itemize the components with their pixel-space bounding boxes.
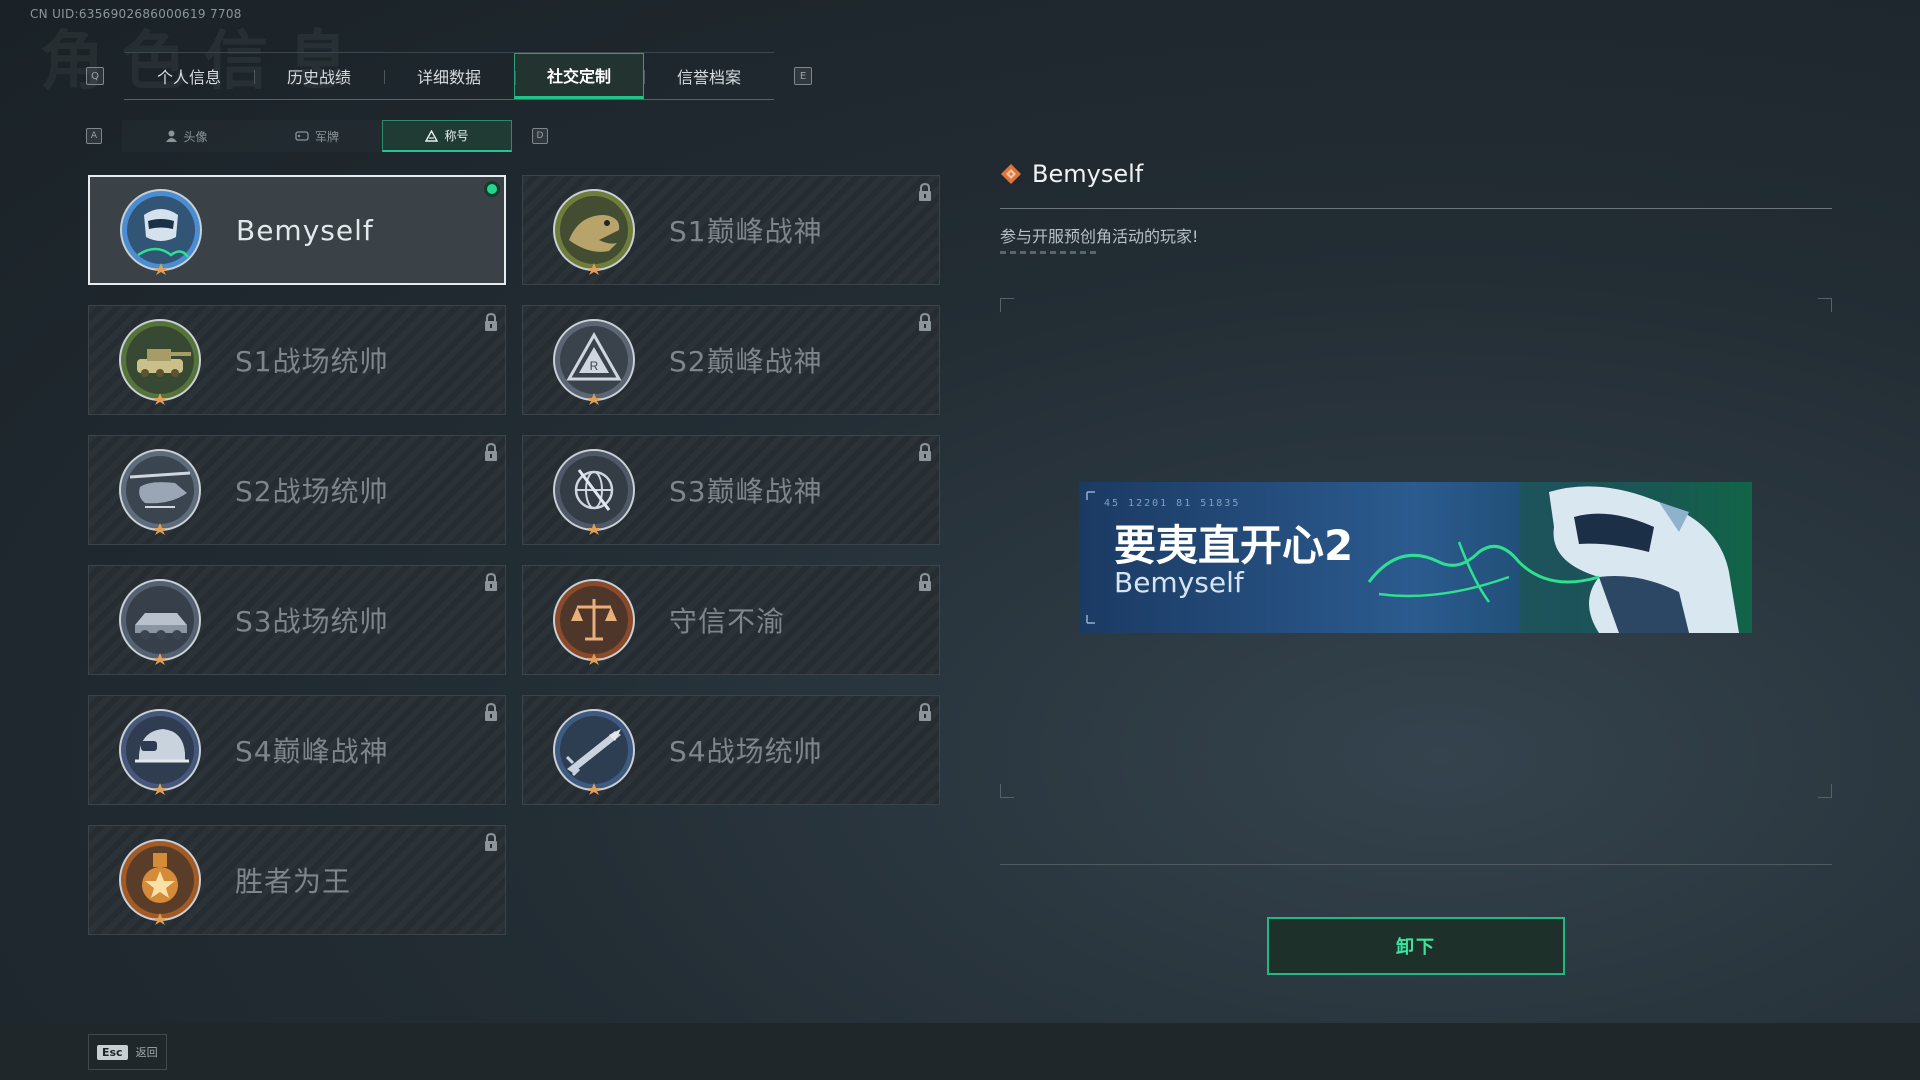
title-card[interactable]: S2战场统帅 — [88, 435, 506, 545]
frame-corner-tl — [1000, 298, 1014, 312]
subtab-avatar-label: 头像 — [183, 129, 208, 144]
triangle-medal-icon: R — [553, 319, 635, 405]
sub-tab-bar: A 头像 军牌 称号 D — [86, 120, 548, 152]
person-icon — [166, 130, 178, 142]
title-card[interactable]: S1巅峰战神 — [522, 175, 940, 285]
dogtag-icon — [295, 131, 309, 141]
title-card-label: S2巅峰战神 — [669, 345, 823, 378]
title-card[interactable]: S1战场统帅 — [88, 305, 506, 415]
detail-bottom-divider — [1000, 864, 1832, 865]
title-card-label: S4巅峰战神 — [235, 735, 389, 768]
title-card[interactable]: 胜者为王 — [88, 825, 506, 935]
title-banner-preview: 45 12201 81 51835 要夷直开心2 Bemyself — [1079, 482, 1752, 633]
title-card[interactable]: 守信不渝 — [522, 565, 940, 675]
top-tab-bar: Q 个人信息 历史战绩 详细数据 社交定制 信誉档案 E — [86, 52, 812, 100]
title-card-label: S1战场统帅 — [235, 345, 389, 378]
lock-icon — [919, 572, 931, 591]
lock-icon — [485, 572, 497, 591]
unequip-button[interactable]: 卸下 — [1267, 917, 1565, 975]
subtab-title-label: 称号 — [444, 129, 469, 143]
title-icon — [425, 129, 439, 142]
soldier-medal-icon — [120, 189, 202, 275]
tank-medal-icon — [119, 319, 201, 405]
top-tab-group: 个人信息 历史战绩 详细数据 社交定制 信誉档案 — [124, 52, 774, 100]
subtab-avatar[interactable]: 头像 — [122, 120, 252, 152]
equipped-indicator — [484, 181, 500, 197]
helicopter-medal-icon — [119, 449, 201, 535]
next-subtab-key[interactable]: D — [532, 128, 548, 144]
banner-player-name: 要夷直开心2 — [1114, 521, 1354, 570]
lock-icon — [485, 312, 497, 331]
title-card-label: 胜者为王 — [235, 865, 352, 898]
crocodile-medal-icon — [553, 189, 635, 275]
banner-title-text: Bemyself — [1114, 566, 1244, 599]
scales-medal-icon — [553, 579, 635, 665]
vehicle-medal-icon — [119, 579, 201, 665]
diamond-icon — [1001, 164, 1021, 184]
lock-icon — [919, 182, 931, 201]
tab-personal-info[interactable]: 个人信息 — [124, 53, 254, 99]
title-card-label: S3战场统帅 — [235, 605, 389, 638]
subtab-dogtag[interactable]: 军牌 — [252, 120, 382, 152]
title-card-label: 守信不渝 — [669, 605, 786, 638]
next-tab-key[interactable]: E — [794, 67, 812, 85]
title-card-label: S1巅峰战神 — [669, 215, 823, 248]
back-button[interactable]: Esc 返回 — [88, 1034, 167, 1070]
detail-header: Bemyself — [1000, 160, 1832, 188]
missile-medal-icon — [553, 709, 635, 795]
title-card[interactable]: S4巅峰战神 — [88, 695, 506, 805]
lock-icon — [485, 442, 497, 461]
tab-reputation-file[interactable]: 信誉档案 — [644, 53, 774, 99]
back-label: 返回 — [135, 1046, 158, 1059]
lock-icon — [485, 702, 497, 721]
frame-corner-bl — [1000, 784, 1014, 798]
lock-icon — [919, 312, 931, 331]
detail-description: 参与开服预创角活动的玩家! — [1000, 227, 1199, 246]
subtab-dogtag-label: 军牌 — [314, 129, 339, 144]
title-card[interactable]: S3巅峰战神 — [522, 435, 940, 545]
tab-match-history[interactable]: 历史战绩 — [254, 53, 384, 99]
title-card[interactable]: S4战场统帅 — [522, 695, 940, 805]
title-card[interactable]: R S2巅峰战神 — [522, 305, 940, 415]
player-uid: CN UID:6356902686000619 7708 — [30, 7, 242, 21]
lock-icon — [919, 442, 931, 461]
lock-icon — [919, 702, 931, 721]
svg-text:R: R — [590, 359, 599, 373]
prev-tab-key[interactable]: Q — [86, 67, 104, 85]
detail-title: Bemyself — [1032, 160, 1144, 188]
title-card[interactable]: S3战场统帅 — [88, 565, 506, 675]
globe-medal-icon — [553, 449, 635, 535]
frame-corner-br — [1818, 784, 1832, 798]
tab-detailed-stats[interactable]: 详细数据 — [384, 53, 514, 99]
description-decor-bar — [1000, 251, 1100, 254]
lock-icon — [485, 832, 497, 851]
star-medal-icon — [119, 839, 201, 925]
title-card-label: Bemyself — [236, 213, 374, 247]
footer-bar — [0, 1023, 1920, 1080]
tab-social-customization[interactable]: 社交定制 — [514, 53, 644, 99]
title-card-label: S2战场统帅 — [235, 475, 389, 508]
esc-key: Esc — [97, 1044, 128, 1060]
prev-subtab-key[interactable]: A — [86, 128, 102, 144]
helmet-medal-icon — [119, 709, 201, 795]
frame-corner-tr — [1818, 298, 1832, 312]
sub-tab-group: 头像 军牌 称号 — [122, 120, 512, 152]
title-grid: Bemyself S1巅峰战神 S1战场统帅 R S2巅峰战神 S2战场统帅 S3巅峰战神 S… — [88, 175, 940, 935]
banner-code: 45 12201 81 51835 — [1104, 498, 1241, 509]
title-card-label: S3巅峰战神 — [669, 475, 823, 508]
title-detail-panel: Bemyself 参与开服预创角活动的玩家! — [1000, 160, 1832, 254]
title-card-label: S4战场统帅 — [669, 735, 823, 768]
subtab-title[interactable]: 称号 — [382, 120, 512, 152]
title-card[interactable]: Bemyself — [88, 175, 506, 285]
detail-divider — [1000, 208, 1832, 209]
